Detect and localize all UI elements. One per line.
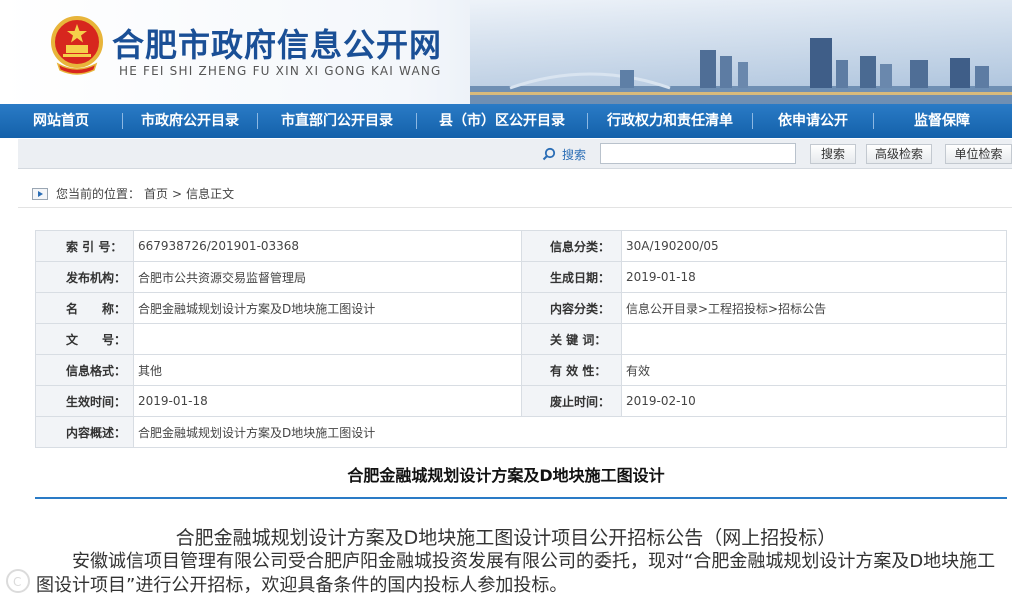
search-button[interactable]: 搜索	[810, 144, 856, 164]
search-label: 搜索	[562, 148, 587, 162]
svg-text:C: C	[13, 575, 21, 589]
search-icon	[542, 147, 556, 161]
search-input[interactable]	[600, 143, 796, 164]
summary-value: 合肥金融城规划设计方案及D地块施工图设计	[133, 416, 1007, 448]
unit-search-button[interactable]: 单位检索	[945, 144, 1012, 164]
breadcrumb-separator: >	[172, 186, 183, 201]
breadcrumb-prefix: 您当前的位置：	[56, 187, 141, 201]
title-divider	[35, 497, 1007, 499]
publisher-value: 合肥市公共资源交易监督管理局	[133, 261, 522, 293]
nav-home[interactable]: 网站首页	[0, 104, 122, 138]
nav-city-gov-catalog[interactable]: 市政府公开目录	[123, 104, 257, 138]
site-pinyin: HE FEI SHI ZHENG FU XIN XI GONG KAI WANG	[119, 64, 442, 78]
table-row: 信息格式： 其他 有 效 性： 有效	[35, 354, 1007, 386]
created-label: 生成日期：	[521, 261, 622, 293]
article-title: 合肥金融城规划设计方案及D地块施工图设计	[347, 466, 665, 485]
nav-supervision[interactable]: 监督保障	[874, 104, 1010, 138]
advanced-search-button[interactable]: 高级检索	[866, 144, 932, 164]
format-label: 信息格式：	[35, 354, 134, 386]
breadcrumb-home-link[interactable]: 首页	[144, 185, 168, 202]
expiry-date-label: 废止时间：	[521, 385, 622, 417]
breadcrumb: 您当前的位置： 首页 > 信息正文	[18, 180, 1012, 208]
doc-no-label: 文 号：	[35, 323, 134, 355]
table-row: 内容概述： 合肥金融城规划设计方案及D地块施工图设计	[35, 416, 1007, 448]
keywords-label: 关 键 词：	[521, 323, 622, 355]
category-label: 信息分类：	[521, 230, 622, 262]
category-value: 30A/190200/05	[621, 230, 1007, 262]
national-emblem-icon	[51, 16, 103, 75]
index-no-value: 667938726/201901-03368	[133, 230, 522, 262]
summary-label: 内容概述：	[35, 416, 134, 448]
city-skyline-banner	[470, 0, 1012, 104]
format-value: 其他	[133, 354, 522, 386]
nav-power-list[interactable]: 行政权力和责任清单	[588, 104, 752, 138]
site-header: 合肥市政府信息公开网 HE FEI SHI ZHENG FU XIN XI GO…	[0, 0, 1012, 104]
content-category-label: 内容分类：	[521, 292, 622, 324]
nav-county-catalog[interactable]: 县（市）区公开目录	[417, 104, 587, 138]
watermark-logo-icon: C	[6, 569, 30, 593]
doc-no-value	[133, 323, 522, 355]
table-row: 发布机构： 合肥市公共资源交易监督管理局 生成日期： 2019-01-18	[35, 261, 1007, 293]
created-value: 2019-01-18	[621, 261, 1007, 293]
content-category-value: 信息公开目录>工程招投标>招标公告	[621, 292, 1007, 324]
publisher-label: 发布机构：	[35, 261, 134, 293]
validity-label: 有 效 性：	[521, 354, 622, 386]
main-nav: 网站首页 市政府公开目录 市直部门公开目录 县（市）区公开目录 行政权力和责任清…	[0, 104, 1012, 138]
search-bar: 搜索 搜索 高级检索 单位检索	[18, 139, 1012, 169]
table-row: 索 引 号： 667938726/201901-03368 信息分类： 30A/…	[35, 230, 1007, 262]
table-row: 文 号： 关 键 词：	[35, 323, 1007, 355]
index-no-label: 索 引 号：	[35, 230, 134, 262]
breadcrumb-current: 信息正文	[186, 187, 235, 201]
site-title: 合肥市政府信息公开网	[112, 26, 443, 64]
keywords-value	[621, 323, 1007, 355]
article-body: 安徽诚信项目管理有限公司受合肥庐阳金融城投资发展有限公司的委托，现对“合肥金融城…	[36, 551, 996, 596]
info-metadata-table: 索 引 号： 667938726/201901-03368 信息分类： 30A/…	[35, 230, 1007, 448]
validity-value: 有效	[621, 354, 1007, 386]
table-row: 名 称： 合肥金融城规划设计方案及D地块施工图设计 内容分类： 信息公开目录>工…	[35, 292, 1007, 324]
expiry-date-value: 2019-02-10	[621, 385, 1007, 417]
nav-request-disclosure[interactable]: 依申请公开	[753, 104, 873, 138]
table-row: 生效时间： 2019-01-18 废止时间： 2019-02-10	[35, 385, 1007, 417]
name-value: 合肥金融城规划设计方案及D地块施工图设计	[133, 292, 522, 324]
effective-date-label: 生效时间：	[35, 385, 134, 417]
name-label: 名 称：	[35, 292, 134, 324]
nav-dept-catalog[interactable]: 市直部门公开目录	[258, 104, 416, 138]
article-subtitle: 合肥金融城规划设计方案及D地块施工图设计项目公开招标公告（网上招投标）	[175, 527, 837, 549]
effective-date-value: 2019-01-18	[133, 385, 522, 417]
location-arrow-icon	[32, 187, 48, 200]
